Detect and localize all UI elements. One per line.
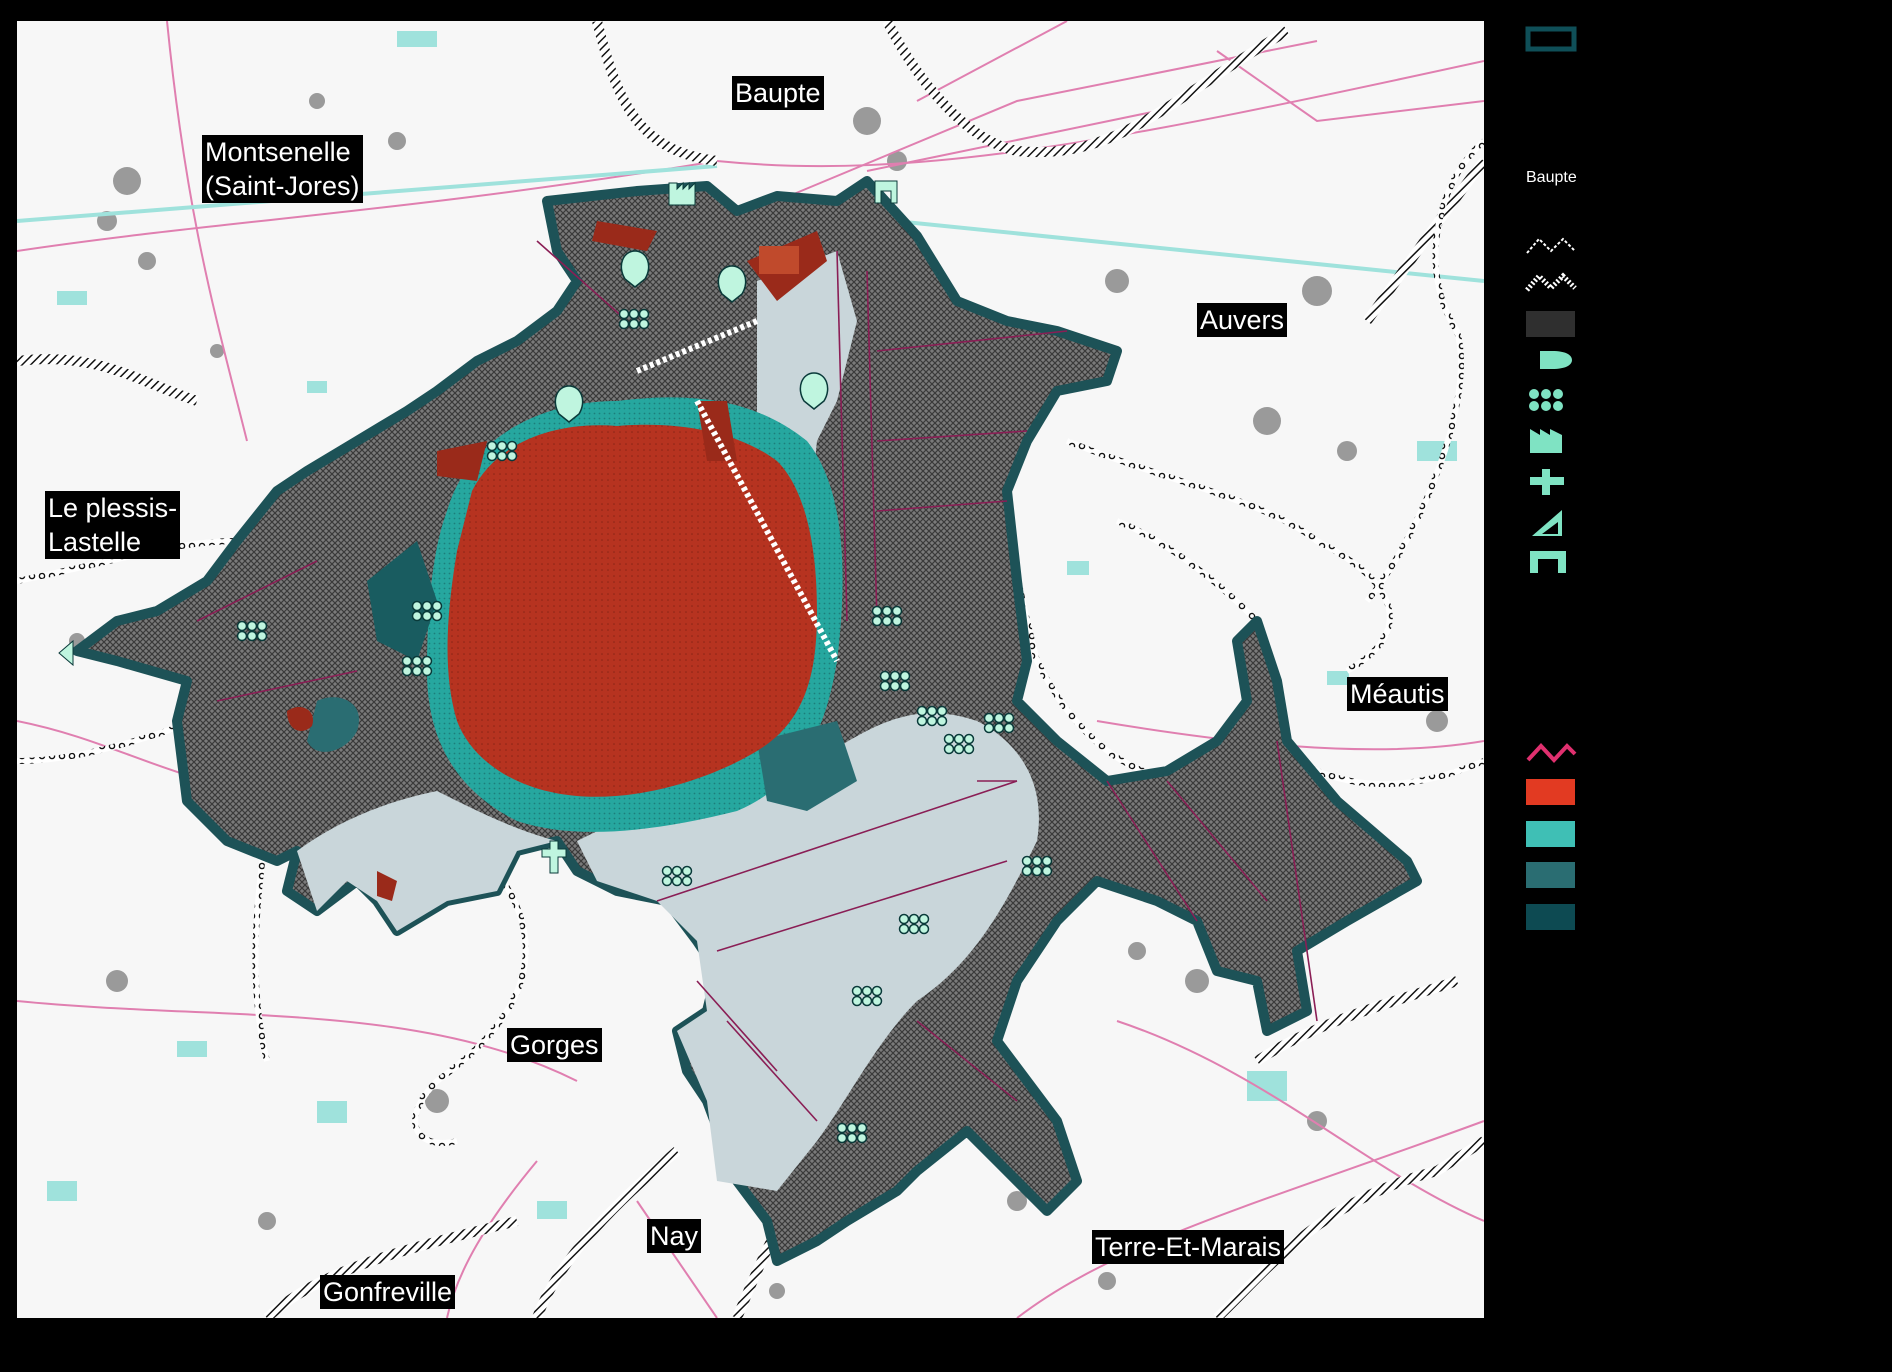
tree-cluster-icon xyxy=(916,705,948,727)
tree-cluster-icon xyxy=(943,733,975,755)
tree-cluster-icon xyxy=(851,985,883,1007)
factory-icon xyxy=(1530,429,1562,453)
observation-hide-icon xyxy=(1530,351,1572,369)
tree-cluster-icon xyxy=(983,712,1015,734)
dashed-path-line-icon xyxy=(1526,237,1576,254)
legend-label-commune: Baupte xyxy=(1526,169,1577,186)
dark-teal-swatch-icon xyxy=(1526,904,1575,930)
place-auvers: Auvers xyxy=(1197,303,1288,337)
outline-rectangle-icon xyxy=(1525,26,1577,52)
place-montsenelle: Montsenelle (Saint-Jores) xyxy=(202,135,363,203)
place-le-plessis: Le plessis- Lastelle xyxy=(45,491,181,559)
place-baupte: Baupte xyxy=(732,76,824,110)
tree-cluster-icon xyxy=(661,865,693,887)
tree-cluster-icon xyxy=(1021,855,1053,877)
turquoise-swatch-icon xyxy=(1526,821,1575,847)
gate-icon xyxy=(1530,551,1566,573)
hatched-path-line-icon xyxy=(1525,272,1577,292)
place-gonfreville: Gonfreville xyxy=(320,1275,456,1309)
tree-cluster-icon xyxy=(879,670,911,692)
place-nay: Nay xyxy=(647,1219,702,1253)
place-meautis: Méautis xyxy=(1347,677,1448,711)
tree-cluster-icon xyxy=(486,440,518,462)
dark-grey-swatch-icon xyxy=(1526,311,1575,337)
map-legend: Baupte xyxy=(1484,0,1892,1372)
tree-cluster-icon xyxy=(236,620,268,642)
red-swatch-icon xyxy=(1526,779,1575,805)
place-terre-et-marais: Terre-Et-Marais xyxy=(1092,1230,1285,1264)
tree-cluster-icon xyxy=(898,913,930,935)
peat-bog xyxy=(447,424,817,797)
pink-wave-line-icon xyxy=(1526,743,1577,763)
tree-cluster-icon xyxy=(411,600,443,622)
factory-icon xyxy=(668,181,696,206)
marsh-map[interactable] xyxy=(17,21,1484,1318)
teal-swatch-icon xyxy=(1526,862,1575,888)
tree-cluster-icon xyxy=(836,1122,868,1144)
tree-cluster-icon xyxy=(1529,389,1563,411)
place-gorges: Gorges xyxy=(507,1028,602,1062)
tree-cluster-icon xyxy=(618,308,650,330)
cross-icon xyxy=(1530,469,1564,495)
map-panel[interactable]: Baupte Montsenelle (Saint-Jores) Auvers … xyxy=(17,21,1484,1318)
tree-cluster-icon xyxy=(871,605,903,627)
tent-icon xyxy=(1532,510,1562,536)
tree-cluster-icon xyxy=(401,655,433,677)
peat-strip xyxy=(759,246,799,274)
